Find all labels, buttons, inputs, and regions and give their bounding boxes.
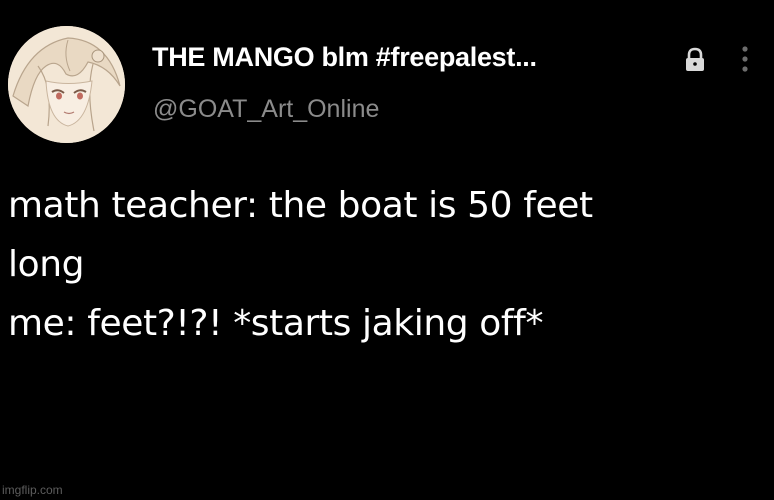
tweet-text: math teacher: the boat is 50 feet long m… bbox=[8, 176, 768, 353]
user-handle[interactable]: @GOAT_Art_Online bbox=[153, 95, 379, 124]
tweet-line: me: feet?!?! *starts jaking off* bbox=[8, 303, 544, 344]
display-name[interactable]: THE MANGO blm #freepalest... bbox=[152, 42, 537, 73]
watermark: imgflip.com bbox=[2, 483, 63, 497]
more-vertical-icon[interactable] bbox=[740, 44, 750, 78]
lock-icon bbox=[683, 47, 707, 73]
tweet-line: math teacher: the boat is 50 feet bbox=[8, 185, 593, 226]
tweet-card: THE MANGO blm #freepalest... @GOAT_Art_O… bbox=[0, 0, 774, 500]
tweet-line: long bbox=[8, 244, 85, 285]
avatar[interactable] bbox=[8, 26, 125, 143]
